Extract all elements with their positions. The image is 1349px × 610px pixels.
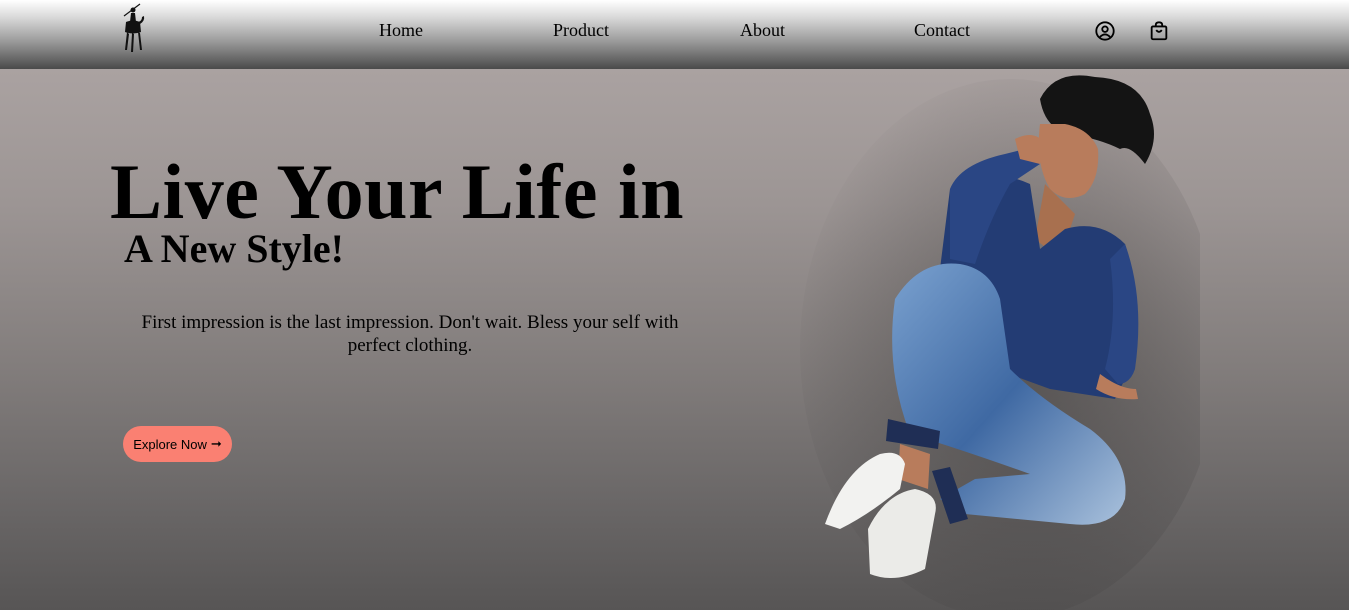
hero-section: Live Your Life in A New Style! First imp… — [0, 69, 1349, 610]
hero-subtitle: A New Style! — [124, 226, 344, 271]
nav-link-home[interactable]: Home — [379, 20, 423, 41]
nav-link-about[interactable]: About — [740, 20, 785, 41]
nav-link-product[interactable]: Product — [553, 20, 609, 41]
explore-now-button[interactable]: Explore Now ➞ — [123, 426, 232, 462]
arrow-right-icon: ➞ — [210, 436, 222, 451]
model-sitting-photo — [800, 75, 1200, 610]
nav-link-contact[interactable]: Contact — [914, 20, 970, 41]
hero-title: Live Your Life in — [110, 148, 685, 235]
navbar: Home Product About Contact — [0, 0, 1349, 69]
hero-description: First impression is the last impression.… — [141, 312, 679, 356]
shopping-bag-icon[interactable] — [1148, 20, 1170, 42]
explore-button-label: Explore Now — [133, 436, 207, 452]
user-circle-icon[interactable] — [1094, 20, 1116, 42]
nav-links: Home Product About Contact — [0, 20, 1349, 44]
